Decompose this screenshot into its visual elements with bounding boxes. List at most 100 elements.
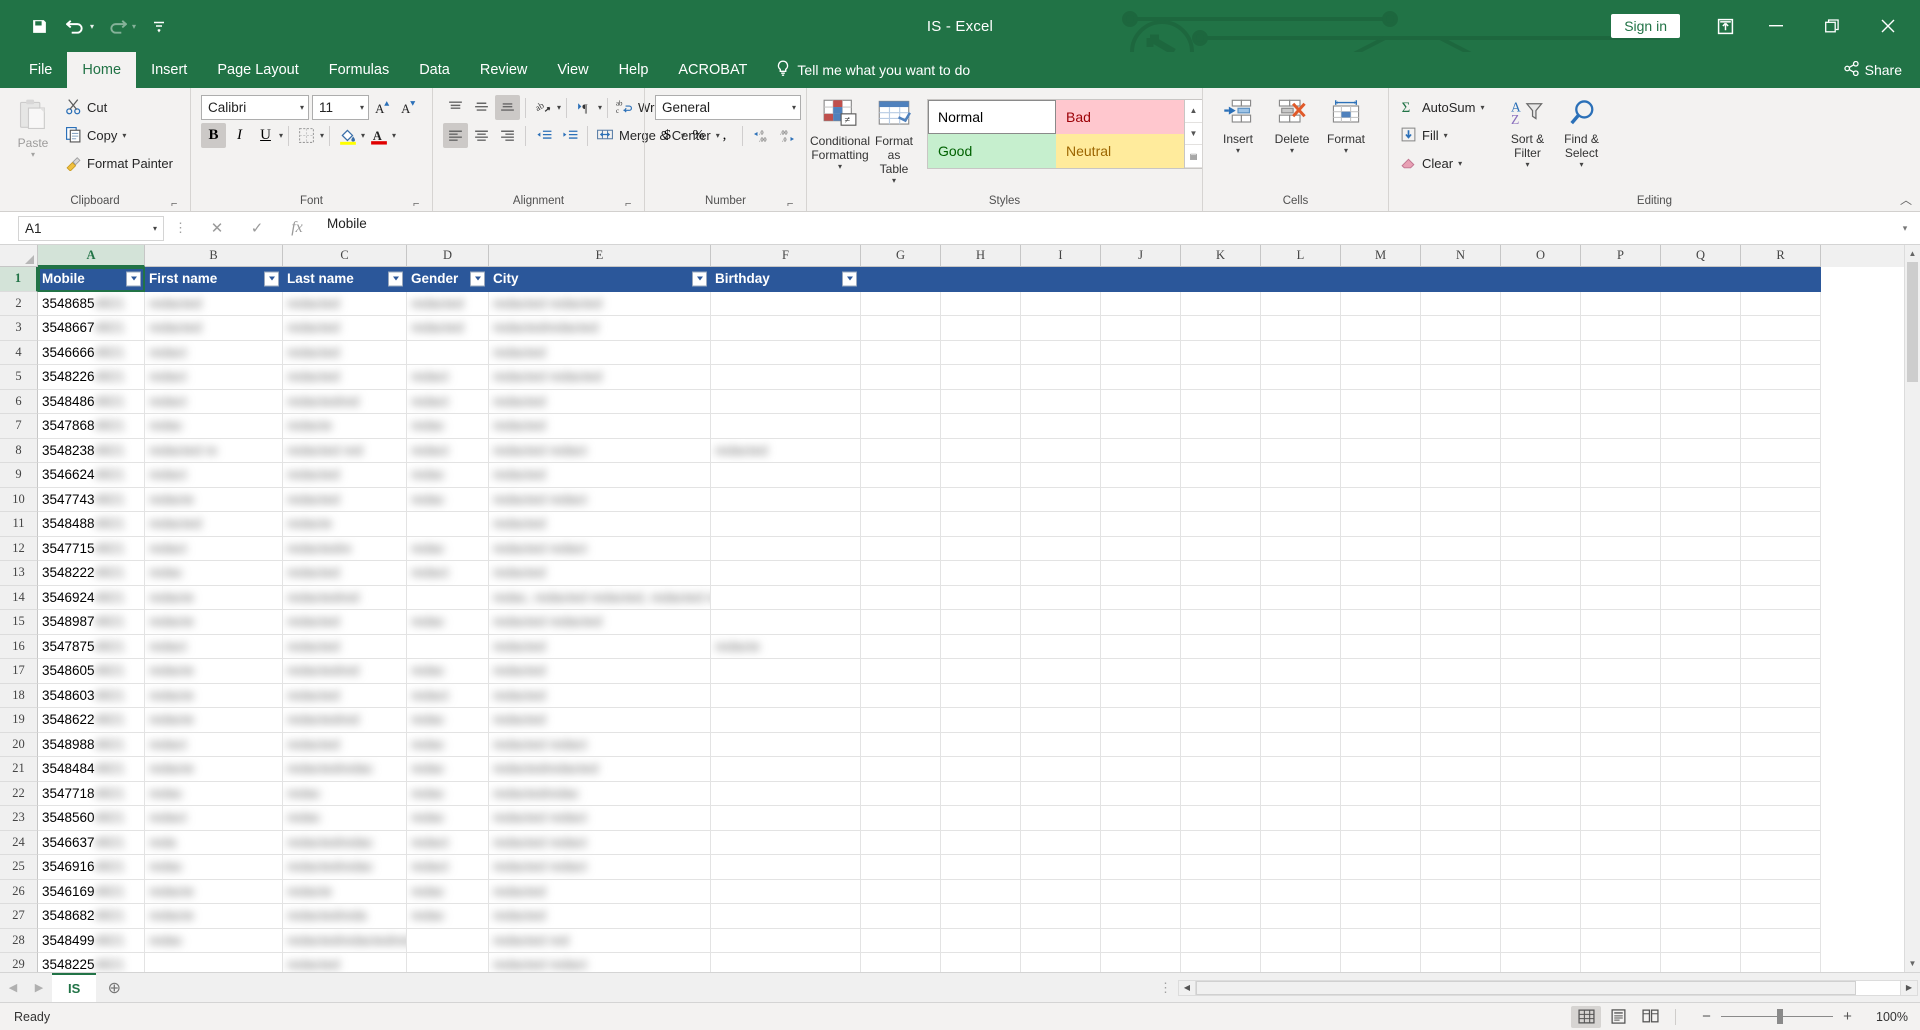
cell-C3[interactable]: redacted [283,316,407,341]
cell-A16[interactable]: 3547875 4821 [38,634,145,659]
vertical-scroll-thumb[interactable] [1907,262,1918,382]
cell-E19[interactable]: redacted [489,708,711,733]
cell-P22[interactable] [1581,781,1661,806]
page-break-view-button[interactable] [1635,1006,1665,1028]
cell-R26[interactable] [1741,879,1821,904]
cell-R29[interactable] [1741,953,1821,972]
cell-M11[interactable] [1341,512,1421,537]
cell-I8[interactable] [1021,438,1101,463]
cell-H15[interactable] [941,610,1021,635]
row-header-28[interactable]: 28 [0,928,38,953]
cell-I12[interactable] [1021,536,1101,561]
cell-A23[interactable]: 3548560 4821 [38,806,145,831]
cell-B17[interactable]: redacte [145,659,283,684]
format-as-table-caret[interactable]: ▾ [892,176,896,185]
cell-H9[interactable] [941,463,1021,488]
row-header-20[interactable]: 20 [0,732,38,757]
tab-formulas[interactable]: Formulas [314,52,404,88]
cell-Q7[interactable] [1661,414,1741,439]
cell-L7[interactable] [1261,414,1341,439]
cell-N16[interactable] [1421,634,1501,659]
cell-G8[interactable] [861,438,941,463]
collapse-ribbon-icon[interactable]: ︿ [1900,191,1912,208]
column-header-I[interactable]: I [1021,245,1101,267]
cell-H24[interactable] [941,830,1021,855]
tab-insert[interactable]: Insert [136,52,202,88]
cell-D15[interactable]: redac [407,610,489,635]
cell-O1[interactable] [1501,267,1581,292]
cell-G10[interactable] [861,487,941,512]
cell-L24[interactable] [1261,830,1341,855]
cell-K9[interactable] [1181,463,1261,488]
cell-Q8[interactable] [1661,438,1741,463]
delete-cells-button[interactable]: Delete ▾ [1265,95,1319,159]
header-cell-C[interactable]: Last name [283,267,407,292]
cell-I18[interactable] [1021,683,1101,708]
cell-N8[interactable] [1421,438,1501,463]
cell-F28[interactable] [711,928,861,953]
cell-A21[interactable]: 3548484 4821 [38,757,145,782]
cell-L4[interactable] [1261,340,1341,365]
formula-input[interactable]: Mobile [317,215,1894,241]
cell-N6[interactable] [1421,389,1501,414]
cell-B26[interactable]: redacte [145,879,283,904]
save-icon[interactable] [22,9,56,43]
cell-F17[interactable] [711,659,861,684]
cell-A14[interactable]: 3546924 4821 [38,585,145,610]
format-cells-button[interactable]: Format ▾ [1319,95,1373,159]
percent-style-icon[interactable]: % [686,123,711,148]
cell-J10[interactable] [1101,487,1181,512]
cell-F6[interactable] [711,389,861,414]
cell-E13[interactable]: redacted [489,561,711,586]
cell-Q27[interactable] [1661,904,1741,929]
cell-B12[interactable]: redact [145,536,283,561]
format-as-table-button[interactable]: Format as Table ▾ [867,95,921,189]
cell-C28[interactable]: redactedredactedredac [283,928,407,953]
cell-H12[interactable] [941,536,1021,561]
cell-N28[interactable] [1421,928,1501,953]
cell-I5[interactable] [1021,365,1101,390]
row-header-25[interactable]: 25 [0,855,38,880]
cell-K25[interactable] [1181,855,1261,880]
cell-M27[interactable] [1341,904,1421,929]
cell-R20[interactable] [1741,732,1821,757]
ribbon-display-options-icon[interactable] [1702,9,1748,43]
cell-Q24[interactable] [1661,830,1741,855]
cell-N27[interactable] [1421,904,1501,929]
cell-E11[interactable]: redacted [489,512,711,537]
cell-J20[interactable] [1101,732,1181,757]
row-header-11[interactable]: 11 [0,512,38,537]
tab-view[interactable]: View [542,52,603,88]
cell-F25[interactable] [711,855,861,880]
cell-L19[interactable] [1261,708,1341,733]
cell-K15[interactable] [1181,610,1261,635]
row-header-26[interactable]: 26 [0,879,38,904]
cell-J25[interactable] [1101,855,1181,880]
expand-formula-bar-icon[interactable]: ▾ [1894,223,1916,234]
column-header-F[interactable]: F [711,245,861,267]
cell-P13[interactable] [1581,561,1661,586]
column-header-N[interactable]: N [1421,245,1501,267]
cell-O27[interactable] [1501,904,1581,929]
cell-F18[interactable] [711,683,861,708]
cell-L2[interactable] [1261,291,1341,316]
cell-B13[interactable]: redac [145,561,283,586]
conditional-formatting-button[interactable]: ≠ Conditional Formatting ▾ [810,95,870,175]
increase-indent-icon[interactable] [557,123,582,148]
cell-F26[interactable] [711,879,861,904]
cell-P9[interactable] [1581,463,1661,488]
cell-O29[interactable] [1501,953,1581,972]
cell-J14[interactable] [1101,585,1181,610]
cell-E9[interactable]: redacted [489,463,711,488]
cell-D18[interactable]: redact [407,683,489,708]
cell-F24[interactable] [711,830,861,855]
next-sheet-icon[interactable]: ▶ [26,981,52,994]
cell-R28[interactable] [1741,928,1821,953]
cell-I1[interactable] [1021,267,1101,292]
cell-D27[interactable]: redac [407,904,489,929]
cell-K22[interactable] [1181,781,1261,806]
cell-H7[interactable] [941,414,1021,439]
page-layout-view-button[interactable] [1603,1006,1633,1028]
cell-A18[interactable]: 3548603 4821 [38,683,145,708]
share-button[interactable]: Share [1834,52,1920,88]
